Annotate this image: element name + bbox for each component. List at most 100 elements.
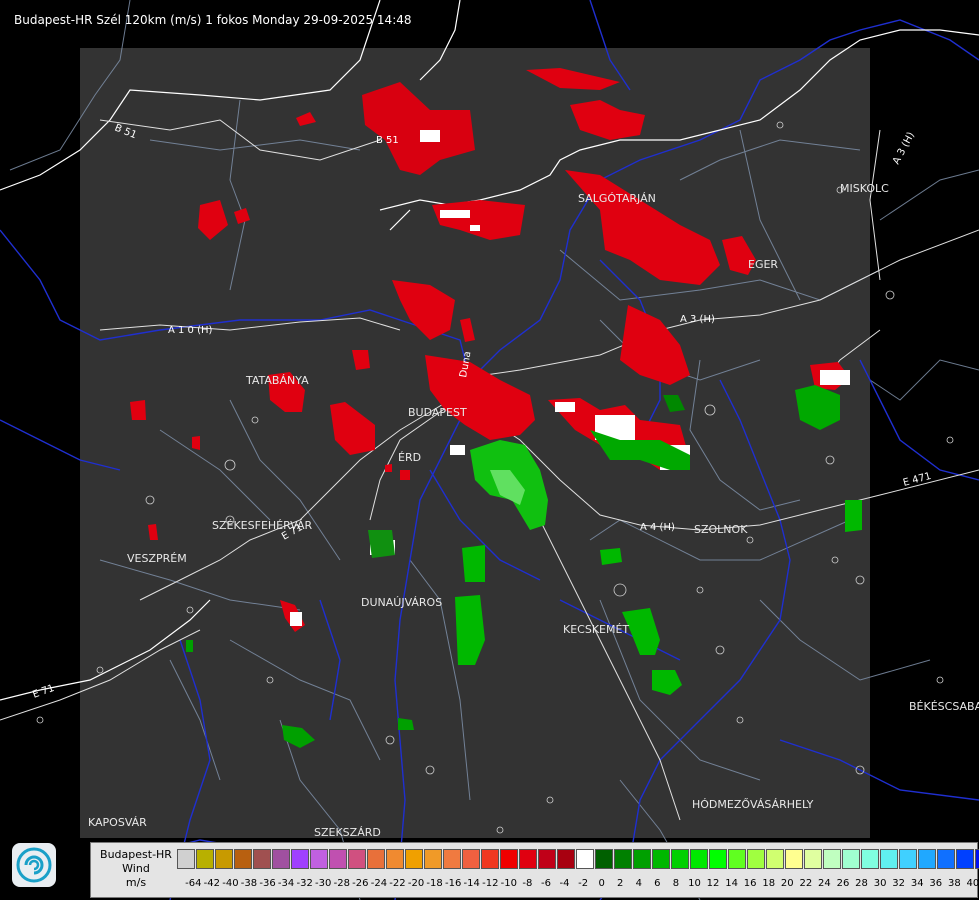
- legend-tick-label: -2: [578, 878, 589, 889]
- legend-tick-label: 0: [598, 878, 605, 889]
- legend-tick-label: -36: [259, 878, 276, 889]
- legend-tick-label: -10: [500, 878, 518, 889]
- city-label-eger: EGER: [748, 258, 778, 271]
- road-label-b51-east: B 51: [376, 135, 399, 146]
- legend-swatch: [937, 849, 955, 869]
- legend-tick-label: -12: [482, 878, 499, 889]
- legend-tick-label: -26: [352, 878, 369, 889]
- legend-swatches: [177, 849, 979, 871]
- legend-swatch: [481, 849, 499, 869]
- legend-swatch: [519, 849, 537, 869]
- legend-swatch: [462, 849, 480, 869]
- legend-swatch: [291, 849, 309, 869]
- legend-tick-label: -24: [370, 878, 388, 889]
- legend-swatch: [614, 849, 632, 869]
- legend-swatch: [196, 849, 214, 869]
- legend-swatch: [424, 849, 442, 869]
- legend-swatch: [348, 849, 366, 869]
- legend-swatch: [538, 849, 556, 869]
- city-label-dunaujvaros: DUNAÚJVÁROS: [361, 596, 442, 609]
- legend-swatch: [405, 849, 423, 869]
- legend-swatch: [652, 849, 670, 869]
- legend-tick-label: -20: [407, 878, 425, 889]
- legend-title-line2: Wind: [122, 862, 150, 875]
- city-label-veszprem: VESZPRÉM: [127, 552, 187, 565]
- legend-swatch: [975, 849, 979, 869]
- legend-swatch: [500, 849, 518, 869]
- legend-tick-label: -4: [559, 878, 570, 889]
- legend-swatch: [633, 849, 651, 869]
- city-label-hodmezovasarhely: HÓDMEZŐVÁSÁRHELY: [692, 797, 814, 811]
- legend-tick-label: -14: [463, 878, 480, 889]
- legend-tick-label: 36: [929, 878, 943, 889]
- city-label-salgotarjan: SALGÓTARJÁN: [578, 192, 656, 205]
- legend-swatch: [557, 849, 575, 869]
- legend-tick-label: 16: [743, 878, 757, 889]
- legend-tick-label: 24: [818, 878, 831, 889]
- legend-swatch: [747, 849, 765, 869]
- legend-swatch: [861, 849, 879, 869]
- radar-map: SALGÓTARJÁN MISKOLC EGER TATABÁNYA BUDAP…: [0, 0, 979, 900]
- legend-tick-label: 30: [873, 878, 887, 889]
- legend-swatch: [899, 849, 917, 869]
- road-label-a3-main: A 3 (H): [680, 314, 715, 325]
- legend-swatch: [234, 849, 252, 869]
- legend-tick-label: -8: [522, 878, 533, 889]
- legend-swatch: [804, 849, 822, 869]
- legend-tick-label: -40: [222, 878, 239, 889]
- legend-swatch: [766, 849, 784, 869]
- city-label-kaposvar: KAPOSVÁR: [88, 816, 147, 829]
- legend-tick-label: 18: [762, 878, 776, 889]
- legend-tick-label: -30: [315, 878, 332, 889]
- legend-swatch: [367, 849, 385, 869]
- legend-tick-label: -32: [296, 878, 313, 889]
- legend-ticks: -64 -42 -40 -38 -36 -34 -32 -30 -28 -26 -24 -22 -20-…: [184, 878, 979, 889]
- legend-tick-label: -38: [240, 878, 258, 889]
- legend-swatch: [728, 849, 746, 869]
- legend-tick-label: 26: [836, 878, 850, 889]
- legend-tick-label: 20: [780, 878, 794, 889]
- city-label-erd: ÉRD: [398, 451, 421, 464]
- city-label-szekszard: SZEKSZÁRD: [314, 826, 381, 839]
- legend-swatch: [595, 849, 613, 869]
- road-label-a4: A 4 (H): [640, 522, 675, 533]
- legend-swatch: [671, 849, 689, 869]
- legend-swatch: [386, 849, 404, 869]
- legend-swatch: [177, 849, 195, 869]
- legend-tick-label: -28: [333, 878, 350, 889]
- city-label-tatabanya: TATABÁNYA: [245, 374, 309, 387]
- legend-tick-label: 4: [635, 878, 642, 889]
- legend-tick-label: 14: [725, 878, 738, 889]
- legend-tick-label: 38: [947, 878, 961, 889]
- legend-title: Budapest-HR Wind m/s: [91, 848, 181, 890]
- legend-tick-label: -16: [444, 878, 462, 889]
- legend-swatch: [215, 849, 233, 869]
- legend-tick-label: 22: [799, 878, 813, 889]
- color-legend: Budapest-HR Wind m/s -64 -42 -40 -38 -36 -34-…: [90, 842, 979, 898]
- legend-title-line3: m/s: [125, 876, 147, 889]
- city-label-budapest: BUDAPEST: [408, 406, 467, 419]
- legend-tick-label: -64: [185, 878, 202, 889]
- legend-tick-label: -34: [277, 878, 295, 889]
- legend-tick-label: 28: [855, 878, 868, 889]
- logo: [12, 843, 56, 887]
- city-label-miskolc: MISKOLC: [840, 182, 889, 195]
- legend-swatch: [918, 849, 936, 869]
- legend-swatch: [823, 849, 841, 869]
- legend-tick-label: 12: [706, 878, 720, 889]
- legend-tick-label: 6: [654, 878, 661, 889]
- city-label-bekescsaba: BÉKÉSCSABA: [909, 700, 979, 713]
- legend-tick-label: 32: [892, 878, 906, 889]
- legend-swatch: [785, 849, 803, 869]
- legend-swatch: [253, 849, 271, 869]
- legend-swatch: [310, 849, 328, 869]
- legend-tick-label: 34: [910, 878, 924, 889]
- legend-tick-label: 10: [688, 878, 701, 889]
- legend-tick-label: -18: [426, 878, 443, 889]
- legend-swatch: [329, 849, 347, 869]
- legend-swatch: [443, 849, 461, 869]
- city-label-kecskemet: KECSKEMÉT: [563, 623, 629, 636]
- road-label-a10: A 1 0 (H): [168, 325, 213, 336]
- legend-tick-label: -6: [540, 878, 551, 889]
- legend-swatch: [956, 849, 974, 869]
